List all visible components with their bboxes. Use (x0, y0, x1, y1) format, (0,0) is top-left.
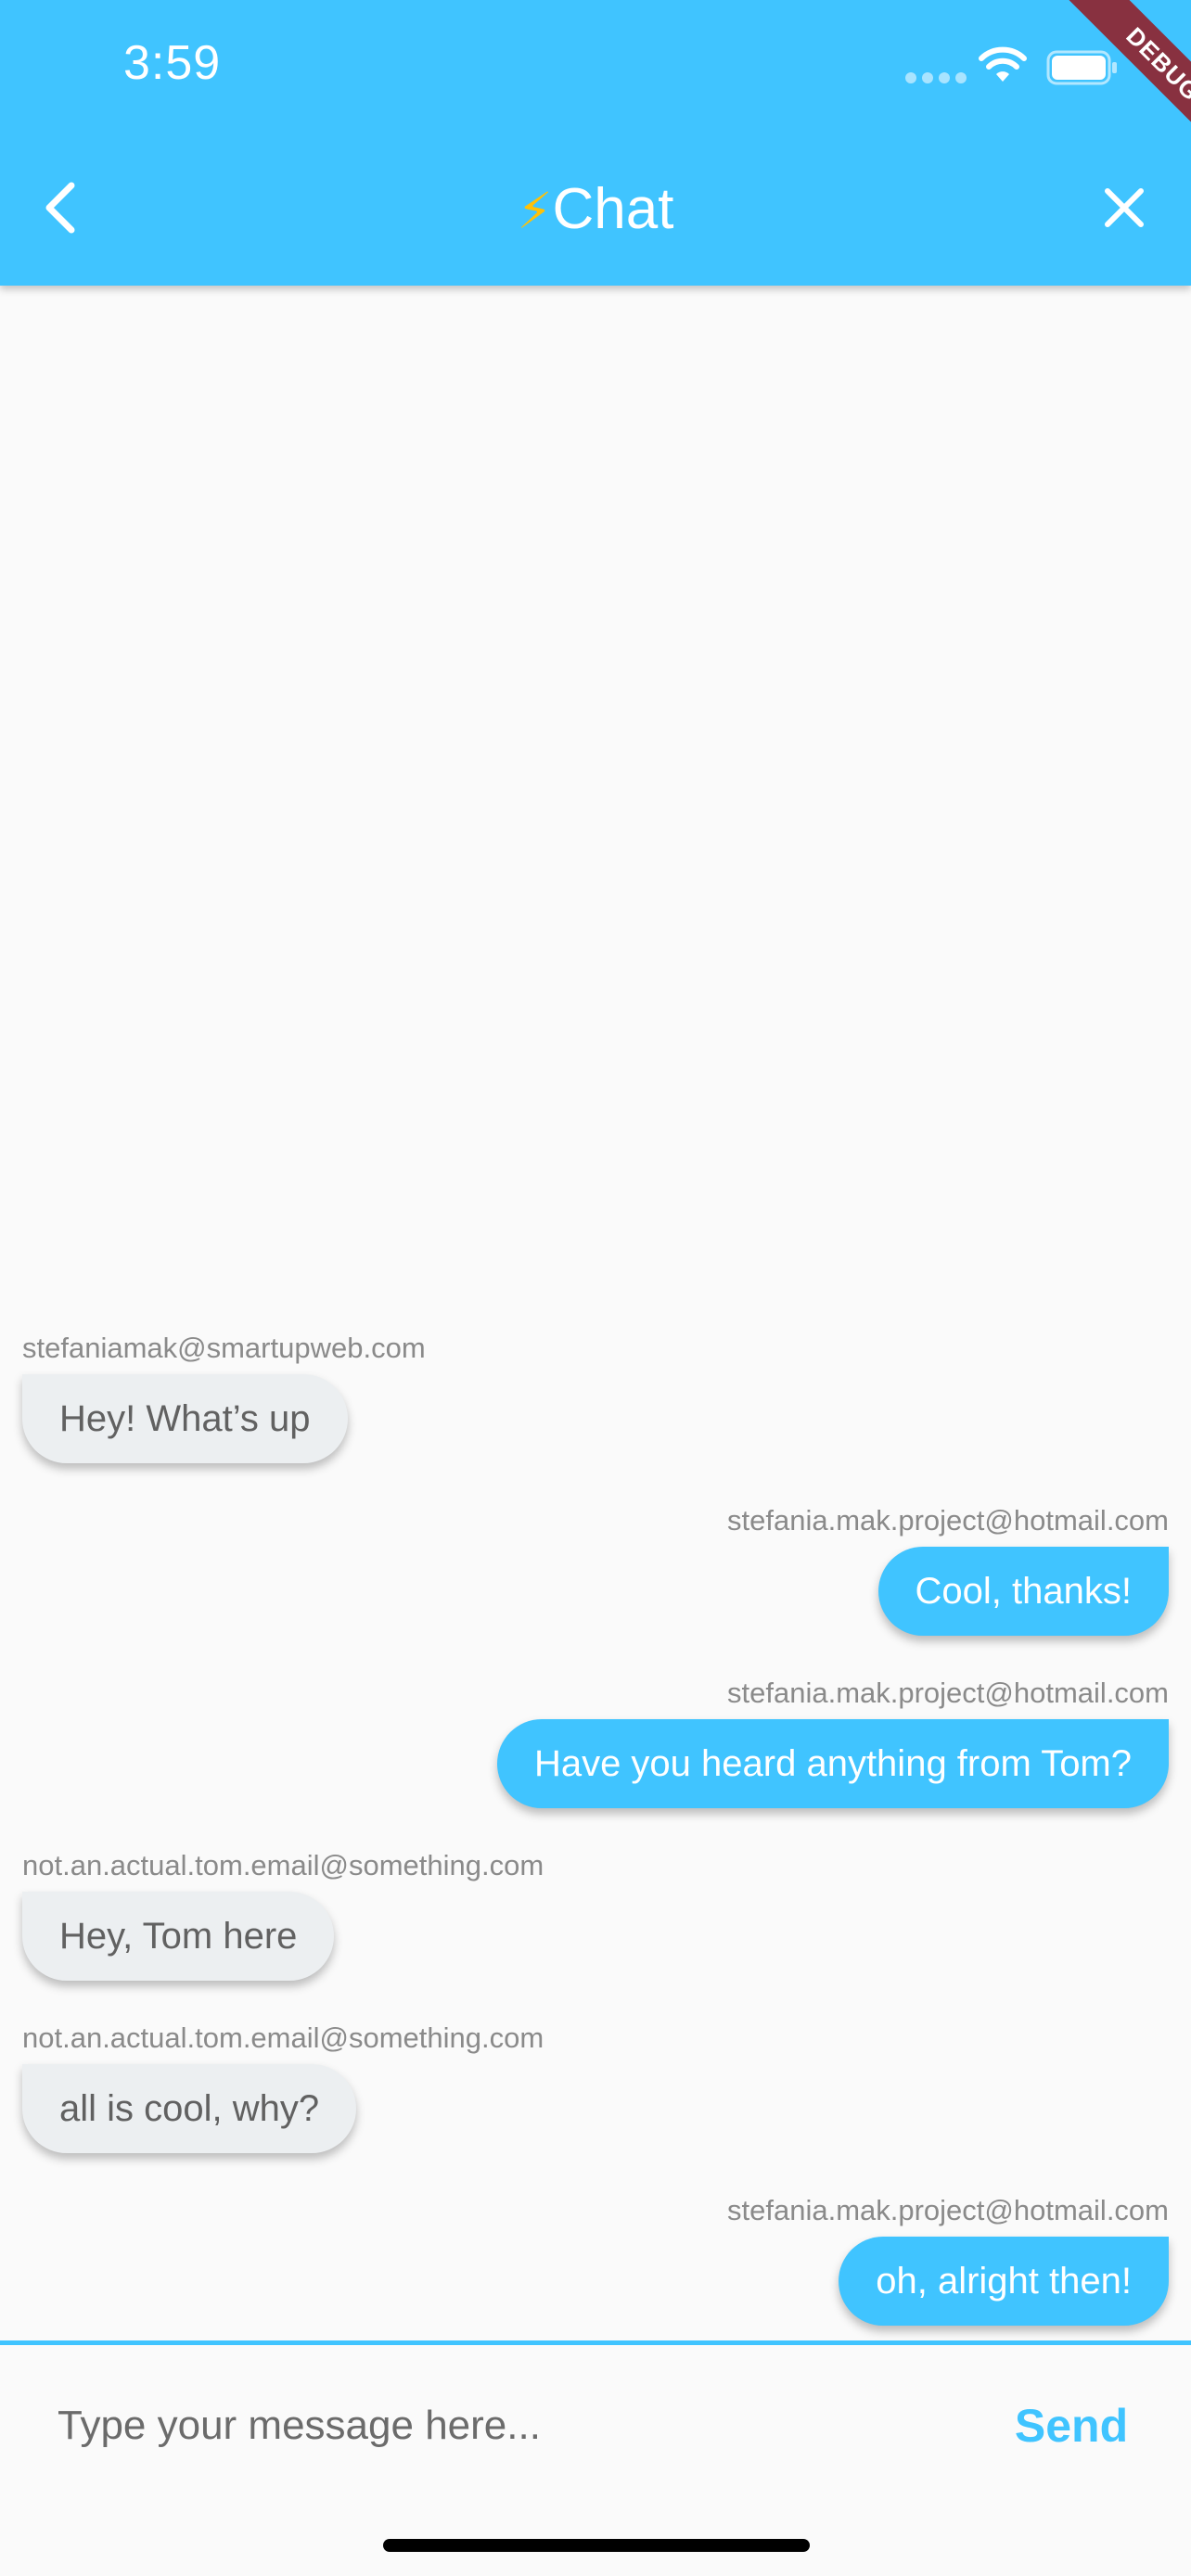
message-bubble: Hey, Tom here (22, 1892, 335, 1981)
app-bar: 3:59 ⚡Chat (0, 0, 1191, 286)
close-button[interactable] (1091, 174, 1158, 241)
message-sender: stefania.mak.project@hotmail.com (727, 2194, 1169, 2226)
message-item: not.an.actual.tom.email@something.com He… (22, 1847, 1169, 1981)
page-title-text: Chat (552, 177, 674, 241)
message-sender: not.an.actual.tom.email@something.com (22, 1849, 544, 1881)
message-item: stefania.mak.project@hotmail.com Cool, t… (22, 1502, 1169, 1636)
message-list[interactable]: stefaniamak@smartupweb.com Hey! What’s u… (0, 286, 1191, 2340)
message-sender: stefaniamak@smartupweb.com (22, 1332, 426, 1364)
wifi-icon (979, 46, 1027, 82)
close-icon (1105, 188, 1144, 227)
send-button[interactable]: Send (992, 2391, 1150, 2460)
message-bubble: oh, alright then! (839, 2237, 1169, 2326)
message-item: stefania.mak.project@hotmail.com Have yo… (22, 1675, 1169, 1808)
status-bar-time: 3:59 (123, 36, 222, 90)
page-title: ⚡Chat (0, 172, 1191, 249)
message-bubble: Have you heard anything from Tom? (496, 1719, 1169, 1808)
cellular-signal-icon (905, 72, 967, 83)
battery-icon (1046, 50, 1117, 85)
lightning-icon: ⚡ (517, 184, 553, 239)
message-bubble: all is cool, why? (22, 2064, 357, 2153)
message-item: not.an.actual.tom.email@something.com al… (22, 2020, 1169, 2153)
message-sender: stefania.mak.project@hotmail.com (727, 1677, 1169, 1709)
message-bubble: Cool, thanks! (877, 1547, 1169, 1636)
chat-screen: 3:59 ⚡Chat DEBUG stefaniamak@smartupweb.… (0, 0, 1191, 2576)
home-indicator[interactable] (383, 2539, 810, 2552)
message-bubble: Hey! What’s up (22, 1374, 348, 1463)
message-sender: stefania.mak.project@hotmail.com (727, 1504, 1169, 1537)
message-sender: not.an.actual.tom.email@something.com (22, 2021, 544, 2054)
message-item: stefania.mak.project@hotmail.com oh, alr… (22, 2192, 1169, 2326)
message-input[interactable] (56, 2388, 950, 2464)
message-item: stefaniamak@smartupweb.com Hey! What’s u… (22, 1330, 1169, 1463)
